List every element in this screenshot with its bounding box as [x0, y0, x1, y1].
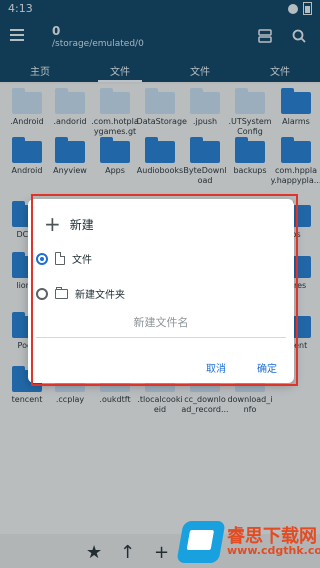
site-watermark: 睿思下载网 www.cdgthk.com	[176, 519, 320, 568]
watermark-logo-icon	[176, 521, 226, 563]
radio-selected-icon[interactable]	[36, 252, 48, 265]
confirm-button[interactable]: 确定	[257, 360, 277, 375]
plus-icon: +	[44, 212, 61, 236]
option-folder[interactable]: 新建文件夹	[36, 286, 125, 301]
filename-input[interactable]	[64, 315, 258, 330]
dialog-title: + 新建	[44, 212, 94, 236]
folder-outline-icon	[55, 286, 68, 299]
new-item-dialog: + 新建 文件 新建文件夹 取消 确定	[28, 199, 294, 383]
option-folder-label: 新建文件夹	[75, 290, 125, 301]
watermark-url: www.cdgthk.com	[227, 544, 320, 557]
cancel-button[interactable]: 取消	[206, 360, 226, 375]
input-underline	[36, 337, 286, 338]
file-icon	[55, 252, 65, 265]
radio-unselected-icon[interactable]	[36, 287, 48, 300]
dialog-title-text: 新建	[69, 217, 94, 232]
option-file[interactable]: 文件	[36, 251, 92, 266]
option-file-label: 文件	[72, 255, 92, 266]
